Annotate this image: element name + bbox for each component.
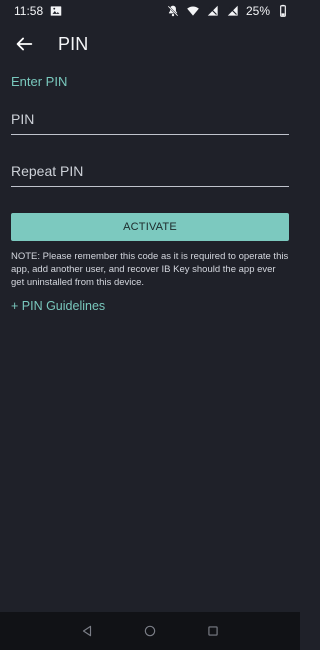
back-nav-icon: [80, 624, 94, 638]
note-text: NOTE: Please remember this code as it is…: [11, 251, 289, 288]
section-label: Enter PIN: [11, 74, 68, 89]
notifications-off-icon: [166, 4, 180, 18]
pin-field-wrapper: [11, 105, 289, 135]
battery-percentage: 25%: [245, 4, 270, 18]
image-icon: [49, 4, 63, 18]
page-title: PIN: [58, 33, 89, 54]
status-time: 11:58: [14, 4, 44, 18]
recents-nav-button[interactable]: [205, 623, 221, 639]
pin-input[interactable]: [11, 105, 289, 135]
status-bar: 11:58 25%: [0, 0, 300, 22]
recents-nav-icon: [206, 624, 220, 638]
battery-icon: [276, 4, 290, 18]
app-bar: PIN: [0, 22, 300, 66]
back-nav-button[interactable]: [79, 623, 95, 639]
activate-button[interactable]: ACTIVATE: [11, 213, 289, 241]
repeat-pin-field-wrapper: [11, 157, 289, 187]
status-bar-right: 25%: [166, 4, 290, 18]
wifi-icon: [186, 4, 200, 18]
home-nav-button[interactable]: [142, 623, 158, 639]
signal-icon: [206, 4, 220, 18]
status-bar-left: 11:58: [14, 4, 63, 18]
navigation-bar: [0, 612, 300, 650]
pin-guidelines-link[interactable]: + PIN Guidelines: [11, 299, 105, 313]
repeat-pin-input[interactable]: [11, 157, 289, 187]
arrow-left-icon: [13, 33, 35, 55]
pin-form: Enter PIN ACTIVATE NOTE: Please remember…: [0, 74, 300, 315]
home-nav-icon: [143, 624, 157, 638]
back-button[interactable]: [12, 32, 36, 56]
signal-icon: [226, 4, 240, 18]
